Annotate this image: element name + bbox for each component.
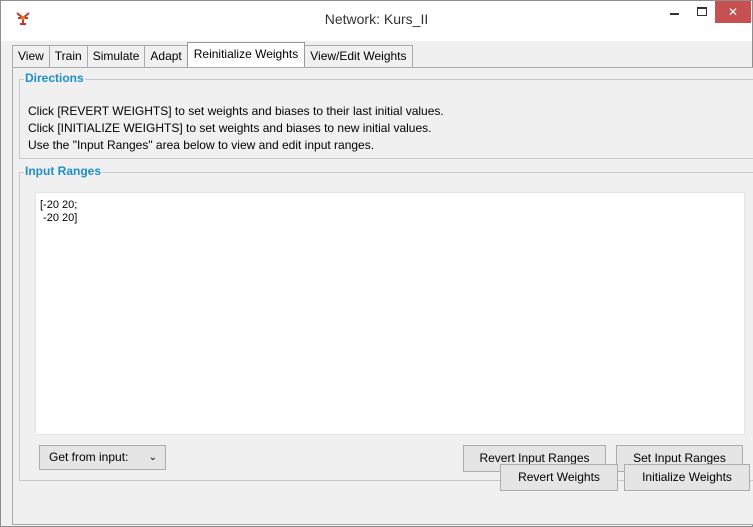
maximize-button[interactable] [689, 1, 715, 23]
revert-weights-button[interactable]: Revert Weights [500, 464, 618, 491]
reinitialize-weights-panel: Directions Click [REVERT WEIGHTS] to set… [12, 67, 753, 525]
directions-line: Use the "Input Ranges" area below to vie… [28, 138, 375, 152]
maximize-icon [697, 7, 707, 16]
directions-line: Click [REVERT WEIGHTS] to set weights an… [28, 104, 444, 118]
get-from-input-select[interactable]: Get from input: ⌄ [39, 445, 166, 470]
tab-strip: View Train Simulate Adapt Reinitialize W… [12, 41, 413, 67]
chevron-down-icon: ⌄ [148, 452, 157, 463]
tab-view-edit-weights[interactable]: View/Edit Weights [304, 45, 413, 67]
directions-group: Directions Click [REVERT WEIGHTS] to set… [19, 71, 753, 159]
tab-adapt[interactable]: Adapt [144, 45, 188, 67]
input-ranges-title: Input Ranges [24, 164, 103, 178]
window-title: Network: Kurs_II [324, 11, 429, 27]
input-ranges-textarea[interactable]: [-20 20; -20 20] [35, 192, 745, 435]
initialize-weights-button[interactable]: Initialize Weights [624, 464, 750, 491]
directions-title: Directions [24, 71, 85, 85]
close-button[interactable]: ✕ [715, 1, 751, 23]
directions-line: Click [INITIALIZE WEIGHTS] to set weight… [28, 121, 432, 135]
tab-view[interactable]: View [12, 45, 50, 67]
input-ranges-group: Input Ranges [-20 20; -20 20] Get from i… [19, 164, 753, 481]
minimize-icon [670, 13, 679, 15]
close-icon: ✕ [727, 5, 739, 19]
tab-simulate[interactable]: Simulate [86, 45, 146, 67]
select-value: Get from input: [49, 450, 129, 464]
title-bar[interactable]: Network: Kurs_II ✕ [1, 1, 752, 41]
tab-reinitialize-weights[interactable]: Reinitialize Weights [186, 42, 306, 67]
tab-train[interactable]: Train [48, 45, 88, 67]
network-window: Network: Kurs_II ✕ View Train Simulate A… [0, 0, 753, 527]
minimize-button[interactable] [661, 1, 687, 23]
